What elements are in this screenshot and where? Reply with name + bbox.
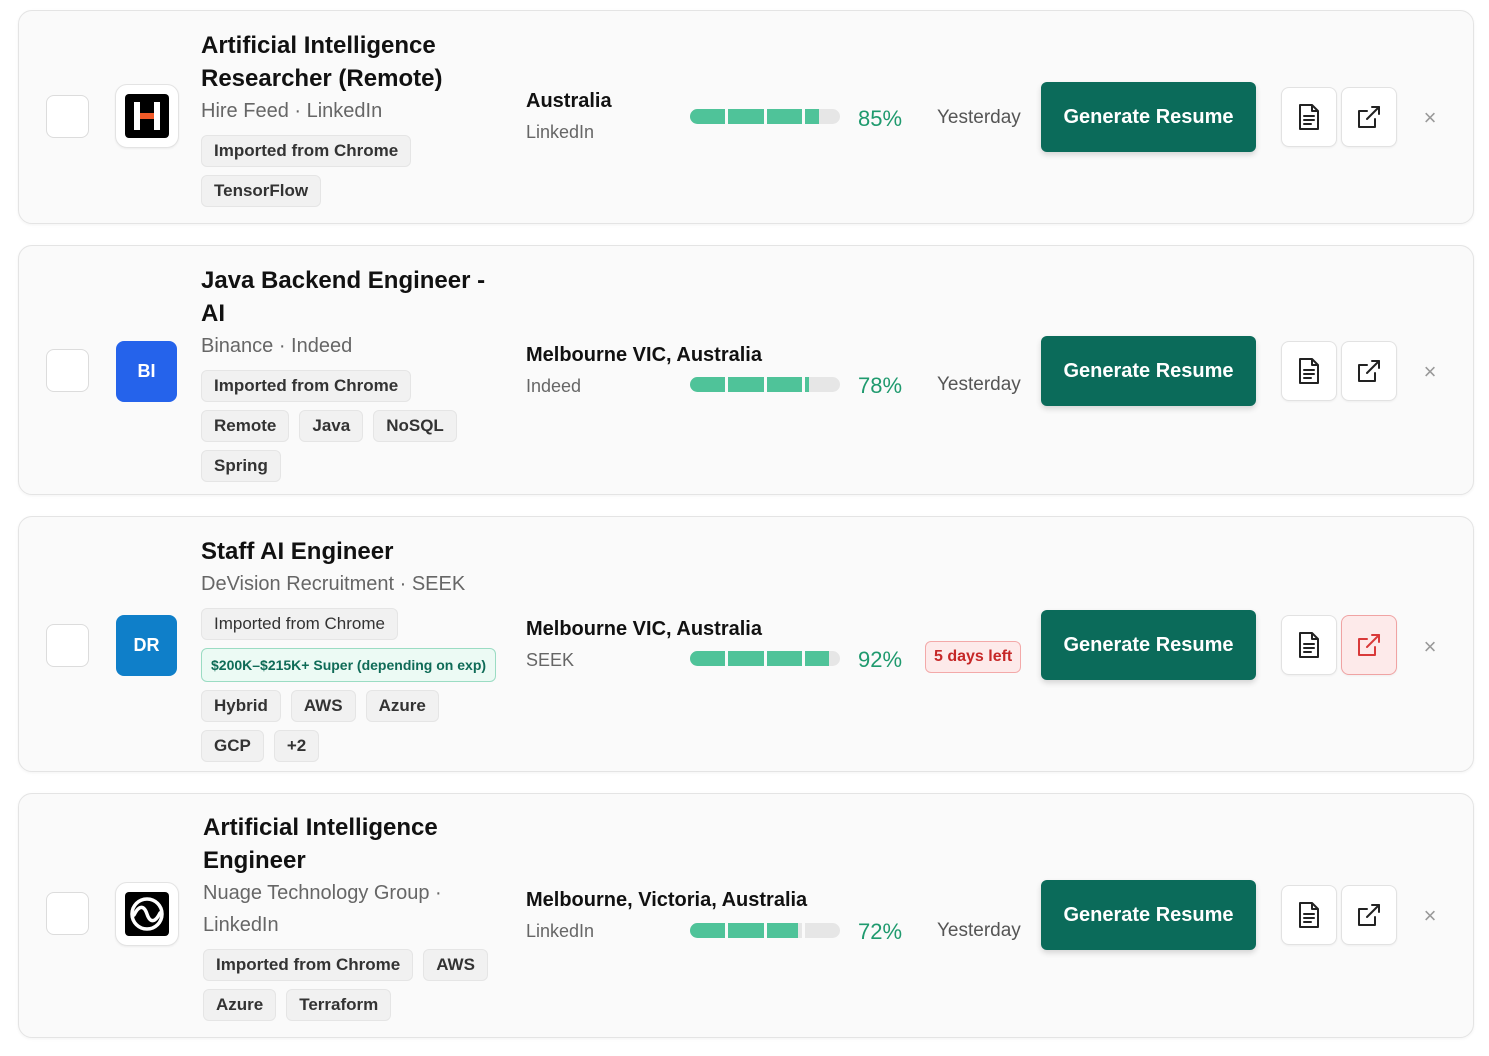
match-percent: 85% — [858, 106, 903, 131]
job-card[interactable]: DR Staff AI Engineer DeVision Recruitmen… — [18, 516, 1474, 772]
external-link-icon — [1358, 106, 1380, 128]
job-location: Melbourne VIC, Australia — [526, 344, 762, 366]
job-location: Melbourne, Victoria, Australia — [526, 889, 808, 911]
match-bar — [690, 923, 840, 938]
select-checkbox[interactable] — [46, 349, 89, 392]
company-logo — [115, 84, 179, 148]
generate-resume-button[interactable]: Generate Resume — [1041, 336, 1256, 406]
document-icon — [1299, 104, 1319, 130]
view-document-button[interactable] — [1281, 87, 1337, 147]
open-link-button[interactable] — [1341, 615, 1397, 675]
select-checkbox[interactable] — [46, 624, 89, 667]
tag: AWS — [290, 690, 356, 722]
document-icon — [1299, 632, 1319, 658]
view-document-button[interactable] — [1281, 885, 1337, 945]
salary-badge: $200K–$215K+ Super (depending on exp) — [201, 648, 497, 682]
generate-resume-button[interactable]: Generate Resume — [1041, 82, 1256, 152]
open-link-button[interactable] — [1341, 87, 1397, 147]
company-logo: DR — [116, 615, 177, 676]
view-document-button[interactable] — [1281, 615, 1337, 675]
match-bar-segment — [804, 923, 840, 938]
match-percent: 72% — [858, 919, 903, 944]
tag: Azure — [203, 989, 277, 1021]
tag: NoSQL — [373, 410, 457, 442]
match-bar-segment — [690, 923, 726, 938]
tag: Azure — [365, 690, 439, 722]
match-bar-segment — [766, 923, 802, 938]
open-link-button[interactable] — [1341, 885, 1397, 945]
wave-logo-icon — [125, 892, 169, 936]
company-logo: BI — [116, 341, 177, 402]
dismiss-button[interactable]: × — [1420, 634, 1440, 660]
match-bar — [690, 651, 840, 666]
tag: Imported from Chrome — [201, 608, 398, 640]
match-bar-segment — [728, 923, 764, 938]
generate-resume-button[interactable]: Generate Resume — [1041, 610, 1256, 680]
select-checkbox[interactable] — [46, 892, 89, 935]
generate-resume-button[interactable]: Generate Resume — [1041, 880, 1256, 950]
job-title[interactable]: Artificial Intelligence Researcher (Remo… — [201, 29, 513, 95]
match-bar-segment — [766, 651, 802, 666]
view-document-button[interactable] — [1281, 341, 1337, 401]
match-bar-segment — [804, 109, 840, 124]
match-bar — [690, 377, 840, 392]
job-source: LinkedIn — [526, 122, 595, 142]
company-source: Binance · Indeed — [201, 335, 353, 357]
job-title[interactable]: Java Backend Engineer - AI — [201, 264, 491, 330]
company-logo — [115, 882, 179, 946]
document-icon — [1299, 902, 1319, 928]
tag: Imported from Chrome — [203, 949, 414, 981]
more-tags-badge[interactable]: +2 — [273, 730, 320, 762]
posted-date: Yesterday — [937, 374, 1021, 395]
match-percent: 92% — [858, 647, 903, 672]
job-location: Australia — [526, 90, 612, 112]
job-card[interactable]: Artificial Intelligence Engineer Nuage T… — [18, 793, 1474, 1038]
match-bar-segment — [690, 109, 726, 124]
job-card[interactable]: BI Java Backend Engineer - AI Binance · … — [18, 245, 1474, 495]
document-icon — [1299, 358, 1319, 384]
tag: Imported from Chrome — [201, 135, 412, 167]
dismiss-button[interactable]: × — [1420, 359, 1440, 385]
tag: AWS — [423, 949, 488, 981]
match-bar-segment — [728, 109, 764, 124]
dismiss-button[interactable]: × — [1420, 105, 1440, 131]
tag: Java — [299, 410, 364, 442]
company-source: DeVision Recruitment · SEEK — [201, 573, 466, 595]
company-source: Hire Feed · LinkedIn — [201, 100, 383, 122]
posted-date: Yesterday — [937, 107, 1021, 128]
hirefeed-logo-icon — [125, 94, 169, 138]
job-title[interactable]: Artificial Intelligence Engineer — [203, 811, 453, 877]
match-bar-segment — [690, 377, 726, 392]
match-bar-segment — [766, 109, 802, 124]
job-location: Melbourne VIC, Australia — [526, 618, 762, 640]
match-bar-segment — [728, 377, 764, 392]
match-bar-segment — [766, 377, 802, 392]
dismiss-button[interactable]: × — [1420, 903, 1440, 929]
match-percent: 78% — [858, 373, 903, 398]
select-checkbox[interactable] — [46, 95, 89, 138]
job-card[interactable]: Artificial Intelligence Researcher (Remo… — [18, 10, 1474, 224]
tag: Terraform — [286, 989, 392, 1021]
match-bar-segment — [690, 651, 726, 666]
posted-date: Yesterday — [937, 920, 1021, 941]
external-link-icon — [1358, 360, 1380, 382]
deadline-badge: 5 days left — [925, 641, 1022, 673]
tag: GCP — [201, 730, 264, 762]
match-bar-segment — [728, 651, 764, 666]
open-link-button[interactable] — [1341, 341, 1397, 401]
match-bar — [690, 109, 840, 124]
tag: Hybrid — [201, 690, 281, 722]
match-bar-segment — [804, 651, 840, 666]
tag: TensorFlow — [201, 175, 322, 207]
tag: Remote — [201, 410, 290, 442]
tag: Imported from Chrome — [201, 370, 412, 402]
company-source: Nuage Technology Group · LinkedIn — [203, 882, 442, 936]
job-title[interactable]: Staff AI Engineer — [201, 535, 521, 568]
external-link-icon — [1358, 904, 1380, 926]
external-link-icon — [1358, 634, 1380, 656]
match-bar-segment — [804, 377, 840, 392]
tag: Spring — [201, 450, 281, 482]
